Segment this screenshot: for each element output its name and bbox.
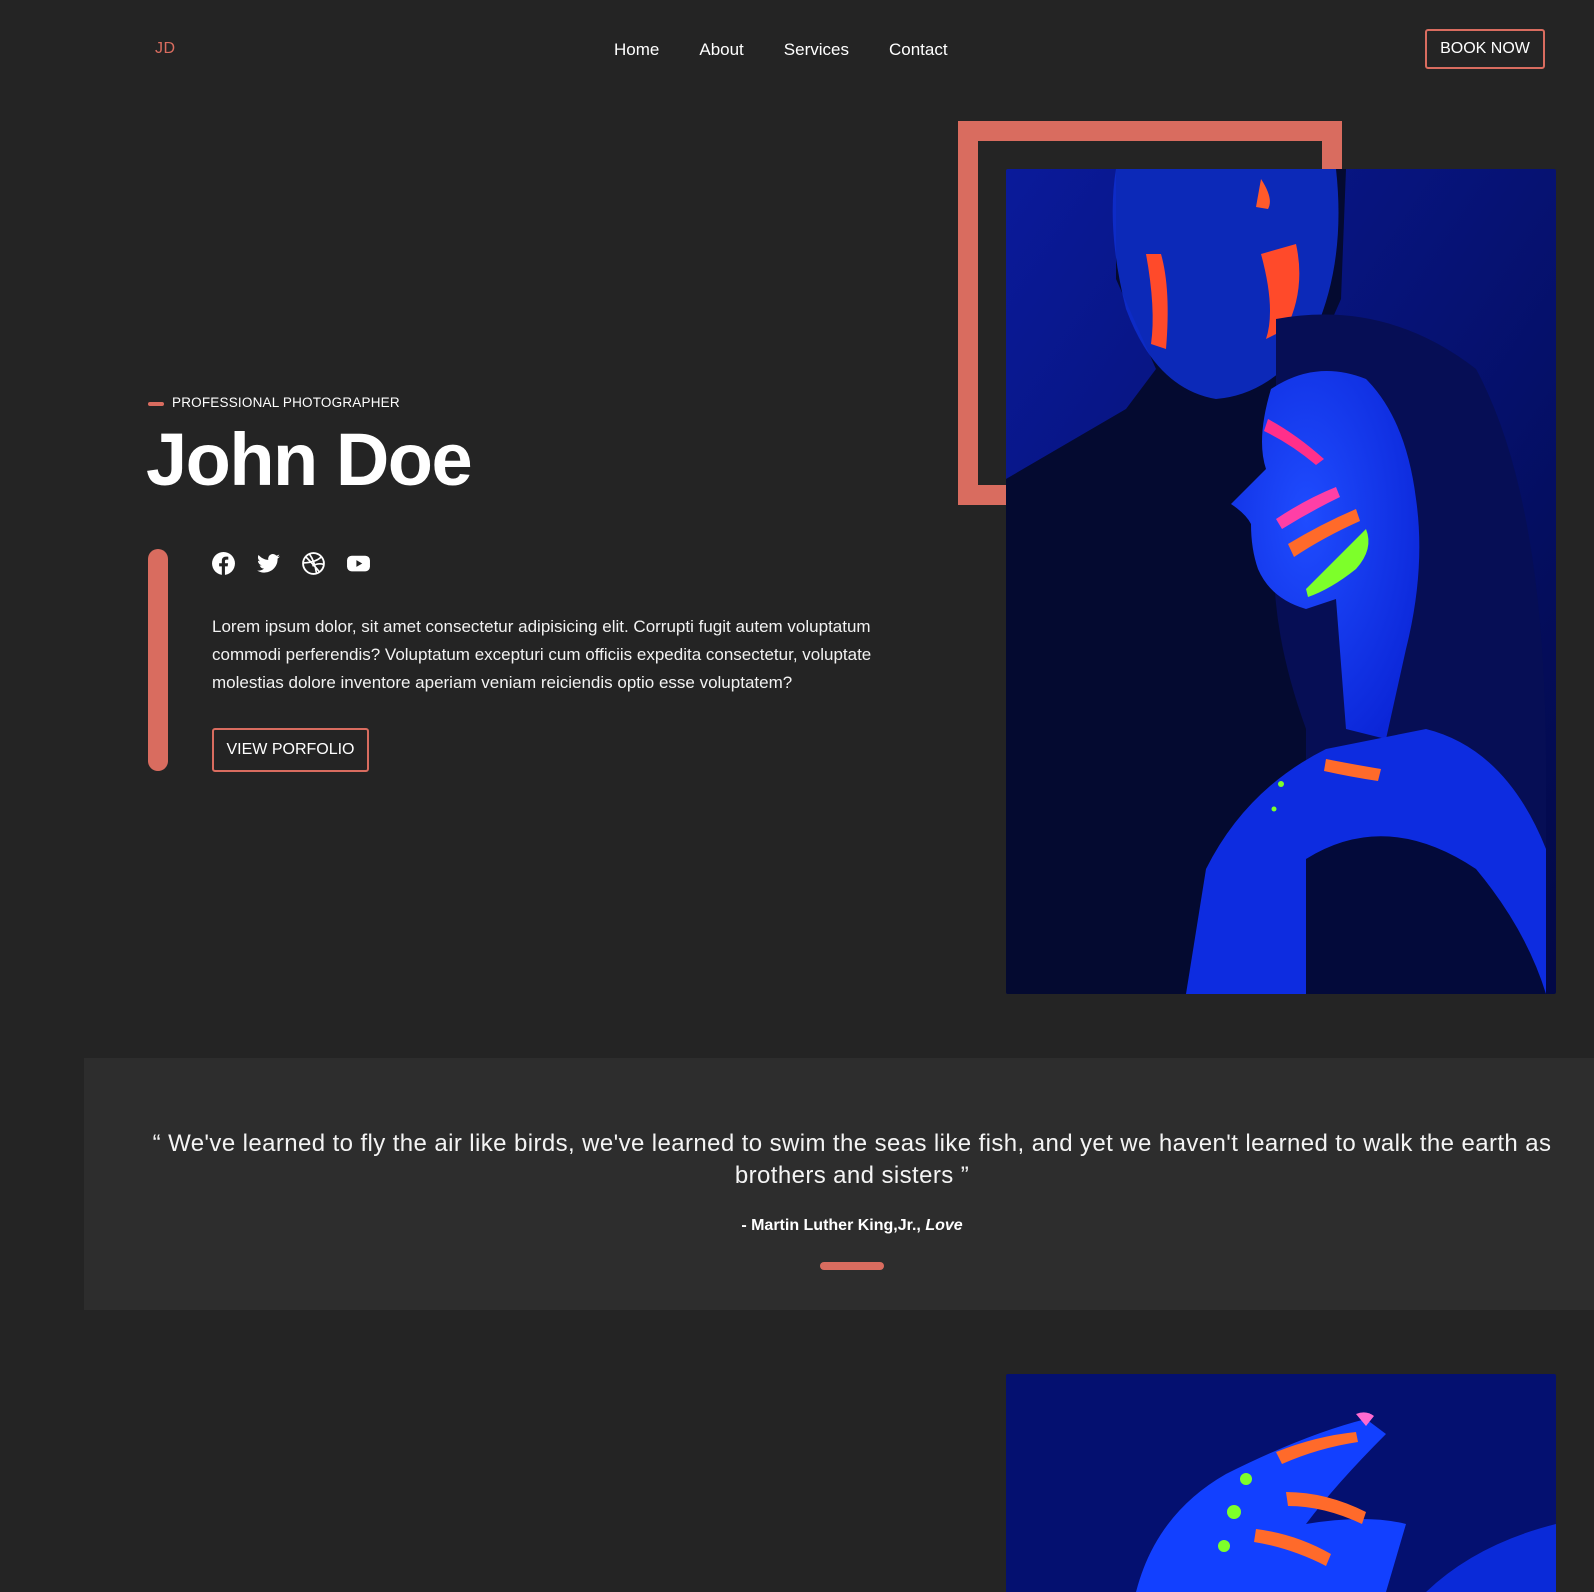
quote-author: - Martin Luther King,Jr., Love bbox=[150, 1217, 1554, 1235]
nav-contact[interactable]: Contact bbox=[889, 40, 948, 60]
quote-accent-bar bbox=[820, 1262, 884, 1270]
tagline-accent bbox=[148, 402, 164, 406]
neon-portrait-image bbox=[1006, 169, 1556, 994]
quote-text: “ We've learned to fly the air like bird… bbox=[152, 1130, 1552, 1189]
view-portfolio-button[interactable]: VIEW PORFOLIO bbox=[212, 728, 369, 772]
nav-services[interactable]: Services bbox=[784, 40, 849, 60]
nav-about[interactable]: About bbox=[699, 40, 743, 60]
hand-photo bbox=[1006, 1374, 1556, 1592]
social-links bbox=[211, 551, 371, 576]
logo[interactable]: JD bbox=[155, 40, 176, 58]
youtube-icon[interactable] bbox=[346, 551, 371, 576]
main-nav: Home About Services Contact bbox=[614, 40, 948, 60]
book-now-button[interactable]: BOOK NOW bbox=[1425, 29, 1545, 69]
hero-bio: Lorem ipsum dolor, sit amet consectetur … bbox=[212, 617, 872, 692]
quote-author-name: - Martin Luther King,Jr., bbox=[741, 1217, 921, 1234]
hero-title: John Doe bbox=[146, 418, 473, 501]
neon-hand-image bbox=[1006, 1374, 1556, 1592]
quote-work: Love bbox=[925, 1217, 963, 1234]
twitter-icon[interactable] bbox=[256, 551, 281, 576]
hero-photo bbox=[1006, 169, 1556, 994]
hero-tagline: PROFESSIONAL PHOTOGRAPHER bbox=[172, 395, 400, 410]
nav-home[interactable]: Home bbox=[614, 40, 659, 60]
dribbble-icon[interactable] bbox=[301, 551, 326, 576]
accent-bar bbox=[148, 549, 168, 771]
facebook-icon[interactable] bbox=[211, 551, 236, 576]
